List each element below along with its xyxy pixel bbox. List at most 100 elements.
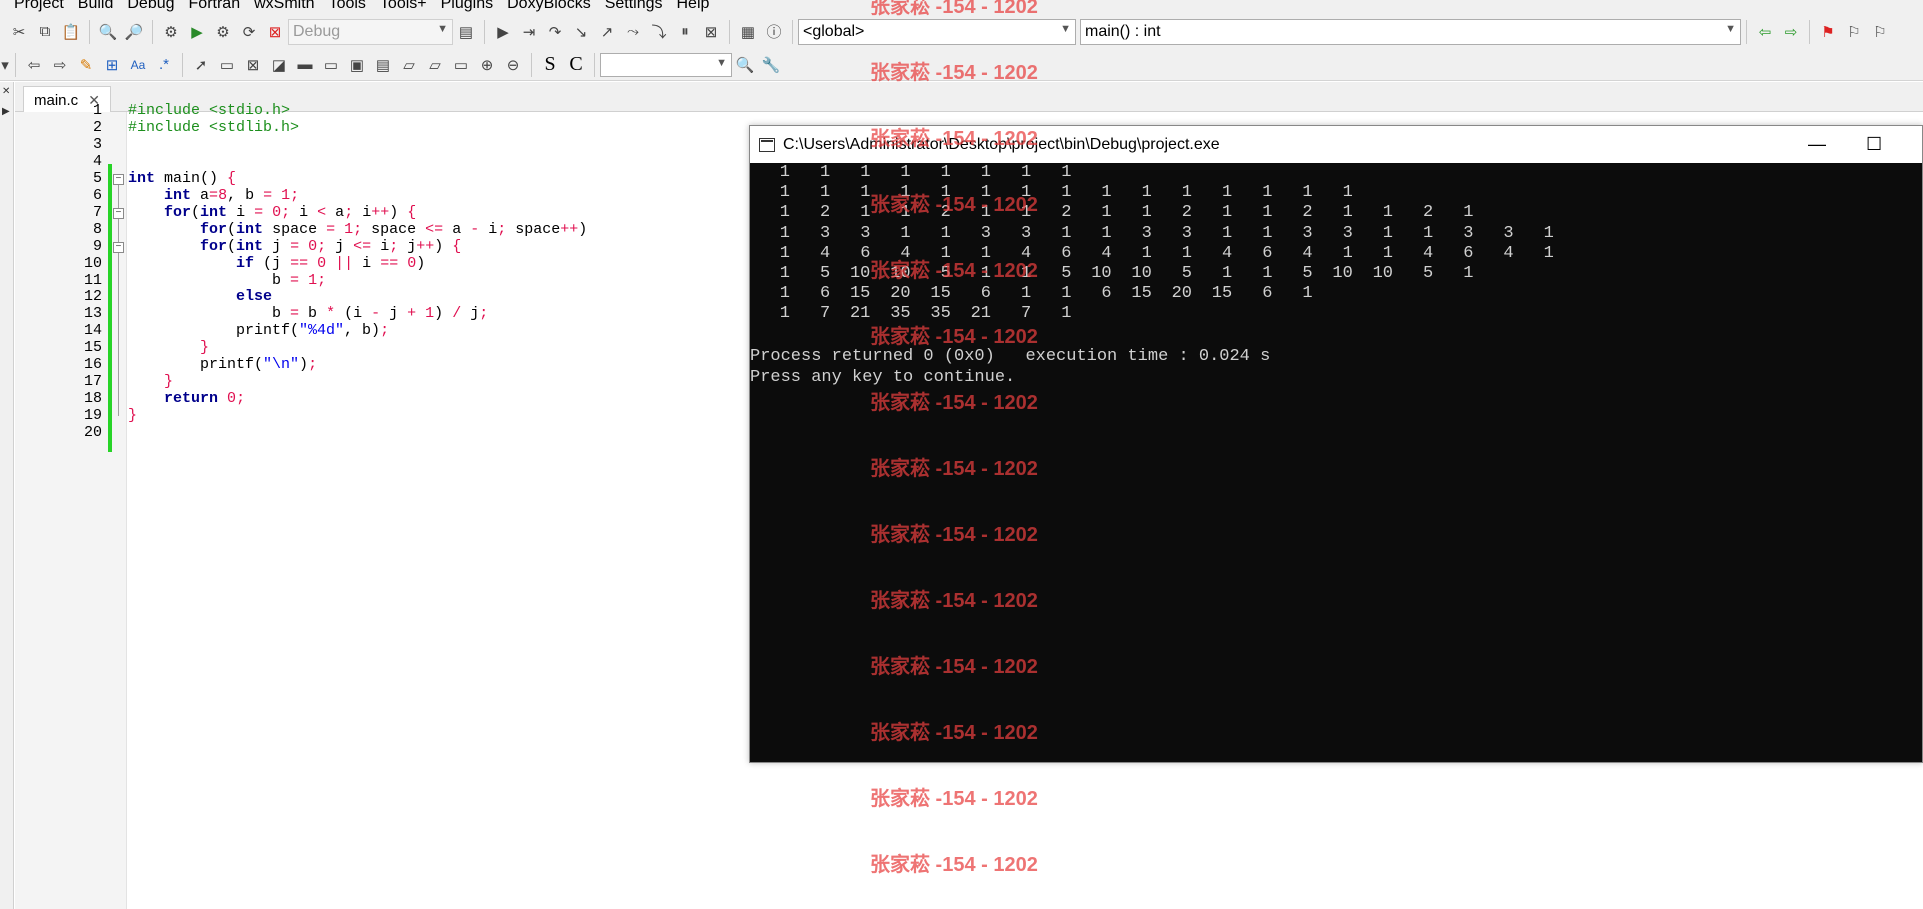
maximize-button[interactable]: ☐ <box>1866 134 1882 155</box>
loop-block-icon[interactable]: ◪ <box>268 54 290 76</box>
console-value: 3 <box>860 223 871 243</box>
pointer-icon[interactable]: ➚ <box>190 54 212 76</box>
search-icon[interactable]: 🔍 <box>734 54 756 76</box>
menu-doxyblocks[interactable]: DoxyBlocks <box>500 0 598 14</box>
selected-text-icon[interactable]: ⊞ <box>101 54 123 76</box>
menu-debug[interactable]: Debug <box>120 0 181 14</box>
call-icon[interactable]: ▣ <box>346 54 368 76</box>
code-line[interactable]: if (j == 0 || i == 0) <box>128 255 425 272</box>
jump-forward-icon[interactable]: ⇨ <box>1780 21 1802 43</box>
close-icon[interactable]: ✕ <box>2 86 10 97</box>
code-line[interactable]: } <box>128 339 209 356</box>
s-letter-icon[interactable]: S <box>539 53 561 76</box>
build-target-select[interactable]: Debug ▼ <box>288 18 453 45</box>
block-icon[interactable]: ▭ <box>216 54 238 76</box>
instruction-icon[interactable]: ▬ <box>294 54 316 76</box>
console-value: 1 <box>779 223 790 243</box>
highlight-icon[interactable]: ✎ <box>75 54 97 76</box>
fold-marker-icon[interactable]: − <box>113 241 124 253</box>
code-line[interactable]: } <box>128 407 137 424</box>
break-block-icon[interactable]: ▭ <box>450 54 472 76</box>
arrow-left-icon[interactable]: ⇦ <box>23 54 45 76</box>
step-into-instruction-icon[interactable]: ⤵ <box>648 21 670 43</box>
console-value: 1 <box>1463 264 1474 283</box>
if-block-icon[interactable]: ⊠ <box>242 54 264 76</box>
console-value: 1 <box>1221 203 1233 223</box>
run-to-cursor-icon[interactable]: ⇥ <box>518 21 540 43</box>
find-icon[interactable]: 🔍 <box>97 21 119 43</box>
stop-debug-icon[interactable]: ⊠ <box>700 21 722 43</box>
menu-settings[interactable]: Settings <box>598 0 670 14</box>
show-target-dialog-icon[interactable]: ▤ <box>455 21 477 43</box>
next-instruction-icon[interactable]: ⤳ <box>622 21 644 43</box>
code-line[interactable]: b = b * (i - j + 1) / j; <box>128 305 488 322</box>
debug-info-icon[interactable]: ⓘ <box>763 21 785 43</box>
code-line[interactable]: for(int space = 1; space <= a - i; space… <box>128 221 587 238</box>
code-line[interactable]: b = 1; <box>128 272 326 289</box>
c-letter-icon[interactable]: C <box>565 53 587 76</box>
step-out-icon[interactable]: ↗ <box>596 21 618 43</box>
fold-marker-icon[interactable]: − <box>113 173 124 185</box>
next-line-icon[interactable]: ↷ <box>544 21 566 43</box>
menu-project[interactable]: Project <box>0 0 71 14</box>
run-icon[interactable]: ▶ <box>186 21 208 43</box>
code-line[interactable]: for(int j = 0; j <= i; j++) { <box>128 238 461 255</box>
cut-icon[interactable]: ✂ <box>8 21 30 43</box>
code-line[interactable]: } <box>128 373 173 390</box>
search-select[interactable]: ▼ <box>600 52 732 77</box>
assignment-icon[interactable]: ▭ <box>320 54 342 76</box>
build-and-run-icon[interactable]: ⚙ <box>212 21 234 43</box>
code-line[interactable]: for(int i = 0; i < a; i++) { <box>128 204 416 221</box>
menu-wxsmith[interactable]: wxSmith <box>247 0 321 14</box>
function-select[interactable]: main() : int ▼ <box>1080 18 1741 45</box>
console-value: 3 <box>1181 223 1192 243</box>
console-value: 2 <box>1302 203 1313 223</box>
regex-icon[interactable]: .* <box>153 54 175 76</box>
jump-back-icon[interactable]: ⇦ <box>1754 21 1776 43</box>
code-line[interactable]: else <box>128 288 272 305</box>
pause-icon[interactable]: ⏸ <box>674 21 696 43</box>
code-line[interactable]: int a=8, b = 1; <box>128 187 299 204</box>
paste-icon[interactable]: 📋 <box>60 21 82 43</box>
rebuild-icon[interactable]: ⟳ <box>238 21 260 43</box>
chevron-down-icon[interactable]: ▾ <box>0 54 10 76</box>
console-value: 1 <box>860 183 871 203</box>
code-line[interactable]: return 0; <box>128 390 245 407</box>
arrow-right-icon[interactable]: ⇨ <box>49 54 71 76</box>
match-case-icon[interactable]: Aa <box>127 54 149 76</box>
menu-plugins[interactable]: Plugins <box>434 0 500 14</box>
menu-help[interactable]: Help <box>670 0 717 14</box>
scope-select[interactable]: <global> ▼ <box>798 18 1076 45</box>
menu-tools[interactable]: Tools <box>322 0 373 14</box>
output-block-icon[interactable]: ▱ <box>424 54 446 76</box>
code-line[interactable]: #include <stdlib.h> <box>128 119 299 136</box>
prev-bookmark-icon[interactable]: ⚐ <box>1843 21 1865 43</box>
console-value: 1 <box>1543 243 1554 263</box>
code-line[interactable]: printf("\n"); <box>128 356 317 373</box>
code-line[interactable]: int main() { <box>128 170 236 187</box>
menu-build[interactable]: Build <box>71 0 121 14</box>
replace-icon[interactable]: 🔎 <box>123 21 145 43</box>
zoom-in-icon[interactable]: ⊕ <box>476 54 498 76</box>
build-gear-icon[interactable]: ⚙ <box>160 21 182 43</box>
step-into-icon[interactable]: ↘ <box>570 21 592 43</box>
fold-marker-icon[interactable]: − <box>113 207 124 219</box>
wrench-icon[interactable]: 🔧 <box>760 54 782 76</box>
input-block-icon[interactable]: ▱ <box>398 54 420 76</box>
zoom-out-icon[interactable]: ⊖ <box>502 54 524 76</box>
code-line[interactable]: printf("%4d", b); <box>128 322 389 339</box>
console-value: 1 <box>1302 284 1313 304</box>
next-bookmark-icon[interactable]: ⚐ <box>1869 21 1891 43</box>
code-line[interactable]: #include <stdio.h> <box>128 102 290 119</box>
menu-tools-plus[interactable]: Tools+ <box>373 0 434 14</box>
debug-windows-icon[interactable]: ▦ <box>737 21 759 43</box>
debug-start-icon[interactable]: ▶ <box>492 21 514 43</box>
chevron-right-icon[interactable]: ▶ <box>2 106 10 117</box>
console-value: 1 <box>860 203 871 223</box>
minimize-button[interactable]: — <box>1808 134 1826 155</box>
menu-fortran[interactable]: Fortran <box>182 0 248 14</box>
copy-icon[interactable]: ⧉ <box>34 21 56 43</box>
abort-icon[interactable]: ⊠ <box>264 21 286 43</box>
switch-icon[interactable]: ▤ <box>372 54 394 76</box>
toggle-bookmark-icon[interactable]: ⚑ <box>1817 21 1839 43</box>
